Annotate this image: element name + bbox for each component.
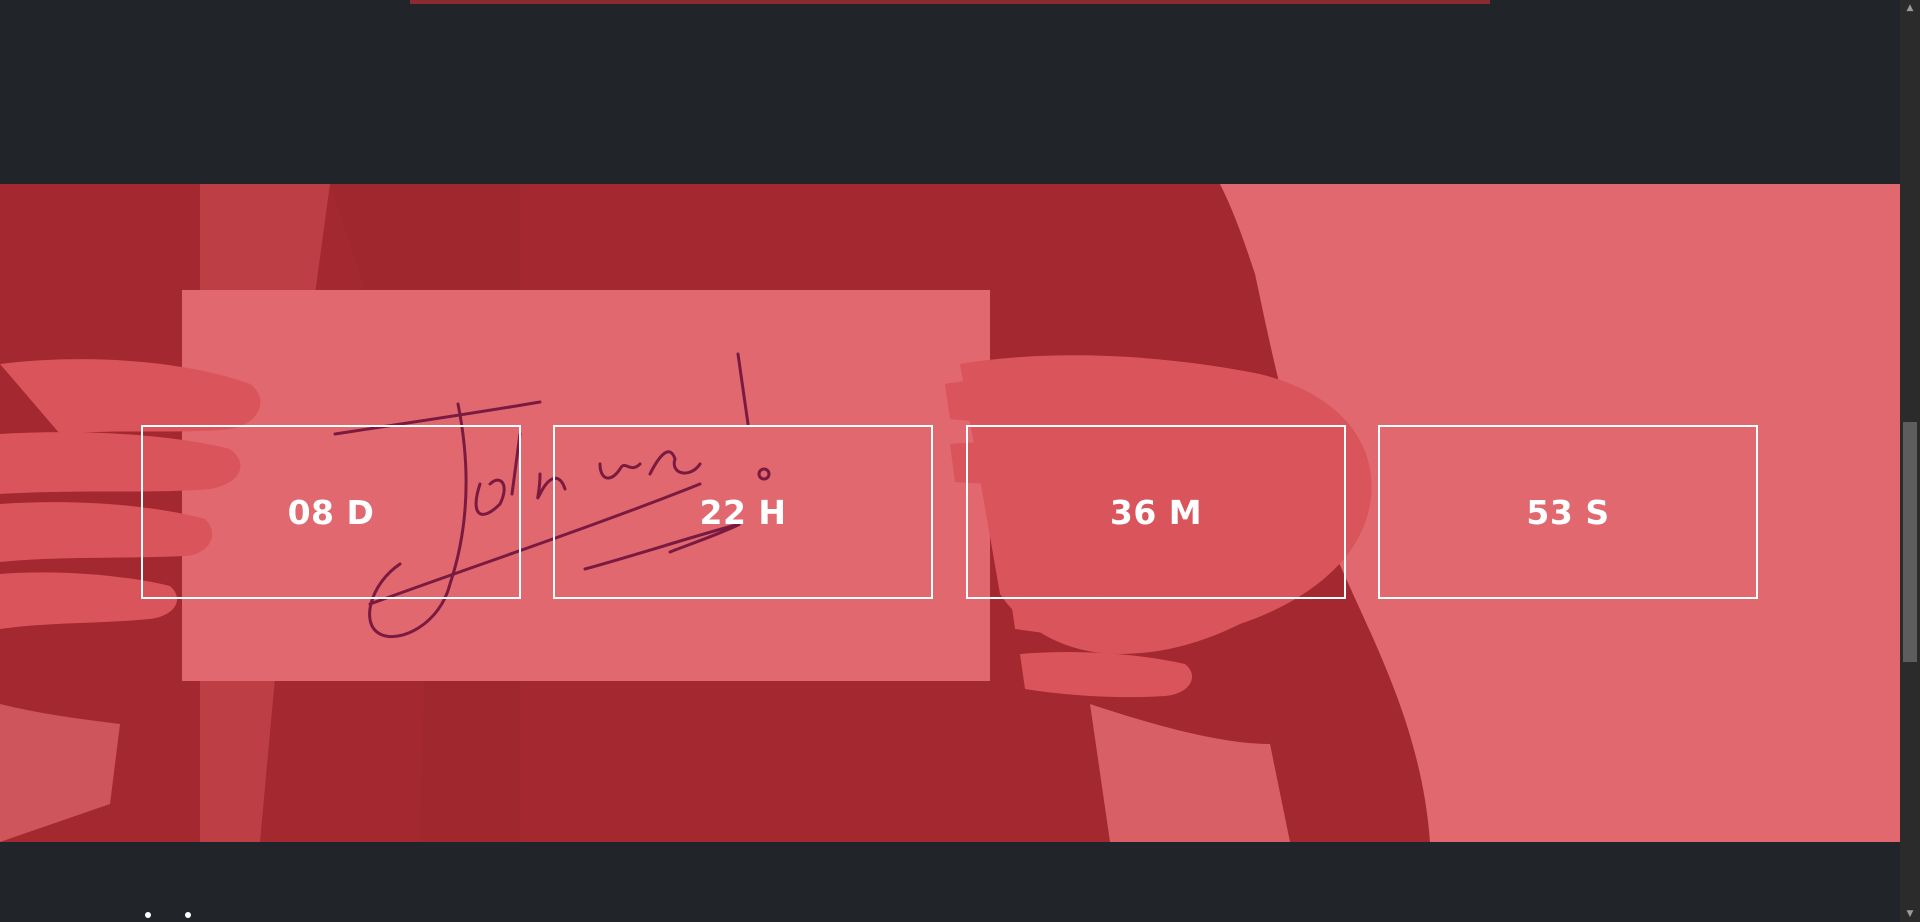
scroll-down-arrow-icon[interactable]: ▼ <box>1900 906 1920 922</box>
page: 08 D 22 H 36 M 53 S ▲ ▼ <box>0 0 1920 922</box>
section-heading-partial <box>141 912 201 922</box>
countdown-hours: 22 H <box>553 425 933 599</box>
page-scrollbar[interactable]: ▲ ▼ <box>1900 0 1920 922</box>
partial-glyph-dot <box>145 912 151 918</box>
scroll-up-arrow-icon[interactable]: ▲ <box>1900 0 1920 16</box>
partial-glyph-dot <box>185 912 191 918</box>
countdown-minutes: 36 M <box>966 425 1346 599</box>
countdown-hero-section: 08 D 22 H 36 M 53 S <box>0 184 1900 842</box>
countdown-seconds: 53 S <box>1378 425 1758 599</box>
top-accent-strip <box>410 0 1490 4</box>
countdown-days: 08 D <box>141 425 521 599</box>
scrollbar-thumb[interactable] <box>1903 422 1917 662</box>
